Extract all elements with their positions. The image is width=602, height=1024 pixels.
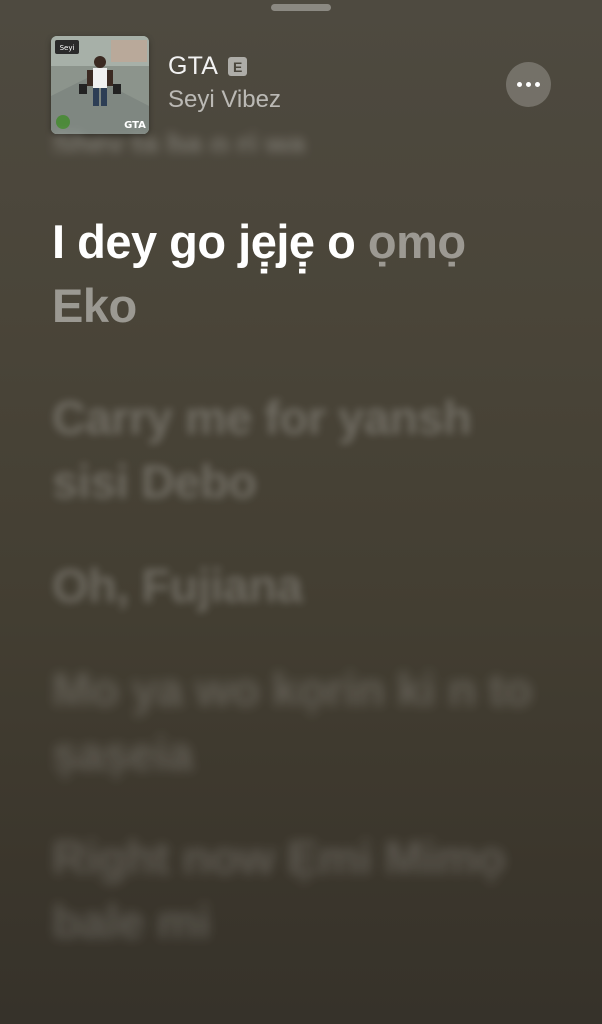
album-artwork[interactable]: Seyi GTA	[51, 36, 149, 134]
upcoming-lyric-line[interactable]: Right now Ẹmi Mimọ bale mi	[52, 826, 552, 954]
upcoming-lyric-line[interactable]: Carry me for yansh sisi Debo	[52, 386, 552, 514]
song-title-row: GTA E	[168, 52, 248, 81]
artist-name[interactable]: Seyi Vibez	[168, 86, 281, 114]
svg-text:Seyi: Seyi	[60, 44, 75, 52]
more-icon	[517, 82, 522, 87]
upcoming-lyric-line[interactable]: Mo ya wo kọrin ki n to ṣaṣeia	[52, 658, 552, 786]
sung-lyric-text: I dey go jẹ̣jẹ̣ o	[52, 215, 368, 268]
album-artwork-image: Seyi GTA	[51, 36, 149, 134]
more-icon-dot	[526, 82, 531, 87]
upcoming-lyric-line[interactable]: Oh, Fujiana	[52, 554, 552, 618]
more-options-button[interactable]	[506, 62, 551, 107]
more-icon-dot	[535, 82, 540, 87]
active-lyric-line[interactable]: I dey go jẹ̣jẹ̣ o ọmọ Eko	[52, 210, 552, 338]
explicit-badge: E	[228, 57, 248, 76]
previous-lyric-line[interactable]: Shey ta ba o ri wa	[52, 128, 452, 152]
lyrics-view[interactable]: I dey go jẹ̣jẹ̣ o ọmọ Eko Carry me for y…	[52, 210, 552, 994]
song-title[interactable]: GTA	[168, 52, 218, 81]
